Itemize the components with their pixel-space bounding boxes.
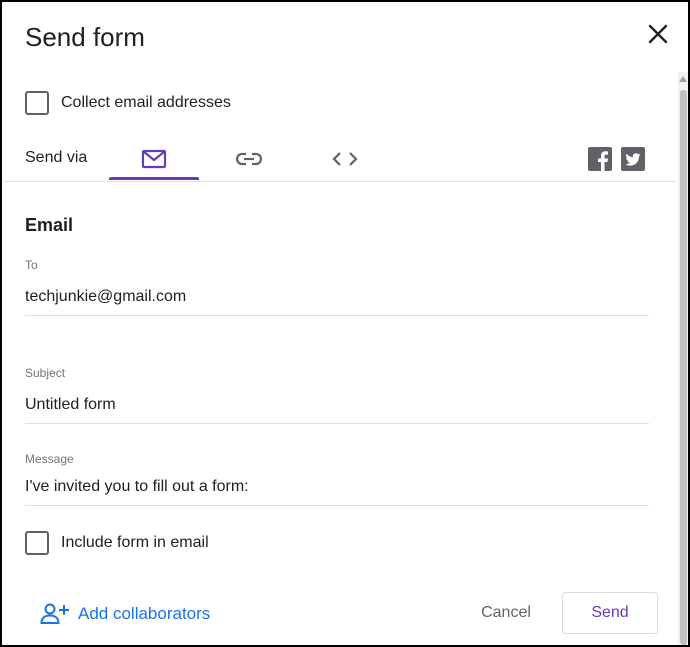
tab-embed[interactable] [300,135,390,183]
dialog-title: Send form [25,22,145,52]
subject-field[interactable]: Untitled form [25,396,649,424]
subject-label: Subject [25,366,66,380]
scrollbar-thumb[interactable] [680,90,687,645]
include-form-label: Include form in email [61,534,209,551]
tab-email[interactable] [109,135,199,183]
message-label: Message [25,452,74,466]
collect-email-label: Collect email addresses [61,94,231,111]
add-collaborators-button[interactable]: Add collaborators [40,602,210,626]
to-field[interactable]: techjunkie@gmail.com [25,288,649,316]
add-collaborators-label: Add collaborators [78,604,211,623]
mail-icon [141,149,167,169]
add-person-icon [40,603,69,624]
tab-link[interactable] [204,135,294,183]
include-form-checkbox[interactable] [25,531,49,555]
cancel-button[interactable]: Cancel [464,592,548,634]
facebook-icon [588,147,612,171]
link-icon [235,152,263,166]
facebook-share-button[interactable] [588,147,612,171]
scroll-up-arrow[interactable] [679,76,687,82]
close-icon [648,24,668,44]
tabs-divider [4,181,676,182]
send-form-dialog: Send form Collect email addresses Send v… [0,0,690,647]
to-label: To [25,258,38,272]
send-via-label: Send via [25,149,88,166]
twitter-share-button[interactable] [621,147,645,171]
tab-indicator [109,177,199,180]
collect-email-checkbox[interactable] [25,91,49,115]
message-field[interactable]: I've invited you to fill out a form: [25,478,649,506]
email-section-title: Email [25,215,74,235]
close-button[interactable] [644,20,672,48]
twitter-icon [621,147,645,171]
code-icon [332,152,358,166]
send-button[interactable]: Send [562,592,658,634]
scrollbar[interactable] [678,72,688,645]
